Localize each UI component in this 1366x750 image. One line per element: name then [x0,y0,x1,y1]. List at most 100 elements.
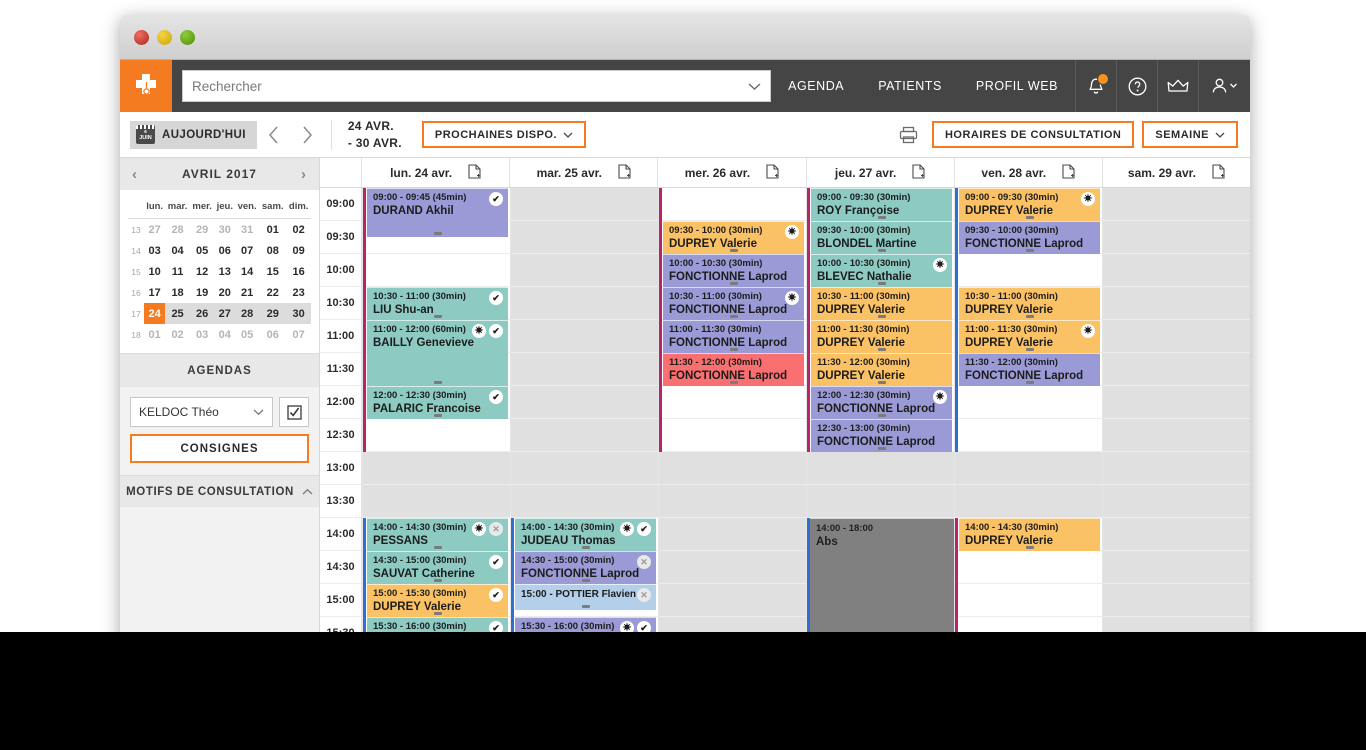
calendar-event[interactable]: 10:30 - 11:00 (30min) DUPREY Valerie [811,287,952,320]
calendar-event[interactable]: 14:30 - 15:00 (30min) SAUVAT Catherine ✔ [367,551,508,584]
new-patient-star-icon[interactable]: ✷ [1081,192,1095,206]
minical-day-15[interactable]: 15 [259,261,286,282]
calendar-event[interactable]: 14:00 - 14:30 (30min) PESSANS ✷ ✕ [367,518,508,551]
agenda-select[interactable]: KELDOC Théo [130,397,273,427]
event-resize-handle[interactable] [877,216,886,219]
time-slot-cell[interactable] [659,485,806,518]
calendar-event[interactable]: 11:30 - 12:00 (30min) DUPREY Valerie [811,353,952,386]
time-slot-cell[interactable] [511,353,658,386]
minical-day-05[interactable]: 05 [190,240,215,261]
minicalendar-prev-button[interactable]: ‹ [132,167,138,182]
calendar-event[interactable]: 11:00 - 12:00 (60min) BAILLY Genevieve ✷ ✔ [367,320,508,386]
time-slot-cell[interactable] [659,551,806,584]
time-slot-cell[interactable] [511,188,658,221]
add-note-icon[interactable] [468,163,481,182]
time-slot-cell[interactable] [1103,584,1250,617]
minical-day-14[interactable]: 14 [235,261,259,282]
close-window-button[interactable] [134,29,149,45]
calendar-event[interactable]: 11:30 - 12:00 (30min) FONCTIONNE Laprod [663,353,804,386]
time-slot-cell[interactable] [659,386,806,419]
calendar-event[interactable]: 09:30 - 10:00 (30min) BLONDEL Martine [811,221,952,254]
event-resize-handle[interactable] [877,315,886,318]
calendar-event[interactable]: 11:00 - 11:30 (30min) DUPREY Valerie ✷ [959,320,1100,353]
minical-day-18[interactable]: 18 [165,282,190,303]
minical-day-30[interactable]: 30 [286,303,311,324]
calendar-event[interactable]: 09:30 - 10:00 (30min) FONCTIONNE Laprod [959,221,1100,254]
minical-day-07[interactable]: 07 [235,240,259,261]
event-resize-handle[interactable] [1025,249,1034,252]
time-slot-cell[interactable] [511,320,658,353]
minical-day-28[interactable]: 28 [165,219,190,241]
time-slot-cell[interactable] [807,452,954,485]
time-slot-cell[interactable] [363,254,510,287]
minical-day-11[interactable]: 11 [165,261,190,282]
time-slot-cell[interactable] [363,452,510,485]
search-input[interactable]: Rechercher [182,70,772,102]
calendar-event[interactable]: 10:00 - 10:30 (30min) BLEVEC Nathalie ✷ [811,254,952,287]
consignes-button[interactable]: CONSIGNES [130,434,309,463]
calendar-event[interactable]: 10:30 - 11:00 (30min) LIU Shu-an ✔ [367,287,508,320]
new-patient-star-icon[interactable]: ✷ [785,225,799,239]
time-slot-cell[interactable] [511,254,658,287]
nav-agenda[interactable]: AGENDA [771,60,861,112]
minical-day-31[interactable]: 31 [235,219,259,241]
event-resize-handle[interactable] [433,232,442,235]
time-slot-cell[interactable] [1103,221,1250,254]
minical-day-02[interactable]: 02 [165,324,190,345]
new-patient-star-icon[interactable]: ✷ [933,258,947,272]
confirmed-check-icon[interactable]: ✔ [489,390,503,404]
minical-day-03[interactable]: 03 [144,240,165,261]
add-note-icon[interactable] [912,163,925,182]
nav-profil-web[interactable]: PROFIL WEB [959,60,1075,112]
calendar-event[interactable]: 10:30 - 11:00 (30min) DUPREY Valerie [959,287,1100,320]
calendar-event[interactable]: 12:30 - 13:00 (30min) FONCTIONNE Laprod [811,419,952,452]
time-slot-cell[interactable] [1103,419,1250,452]
help-button[interactable] [1116,60,1157,112]
calendar-event[interactable]: 15:00 - 15:30 (30min) DUPREY Valerie ✔ [367,584,508,617]
calendar-event[interactable]: 09:00 - 09:45 (45min) DURAND Akhil ✔ [367,188,508,237]
time-slot-cell[interactable] [659,188,806,221]
time-slot-cell[interactable] [511,452,658,485]
event-resize-handle[interactable] [1025,216,1034,219]
add-note-icon[interactable] [1212,163,1225,182]
calendar-event[interactable]: 11:30 - 12:00 (30min) FONCTIONNE Laprod [959,353,1100,386]
consultation-hours-button[interactable]: HORAIRES DE CONSULTATION [931,121,1135,148]
minical-day-21[interactable]: 21 [235,282,259,303]
confirmed-check-icon[interactable]: ✔ [489,291,503,305]
calendar-event[interactable]: 14:00 - 14:30 (30min) DUPREY Valerie [959,518,1100,551]
minical-day-19[interactable]: 19 [190,282,215,303]
time-slot-cell[interactable] [511,419,658,452]
confirmed-check-icon[interactable]: ✔ [489,324,503,338]
event-resize-handle[interactable] [433,381,442,384]
time-slot-cell[interactable] [955,551,1102,584]
new-patient-star-icon[interactable]: ✷ [1081,324,1095,338]
event-resize-handle[interactable] [433,546,442,549]
event-resize-handle[interactable] [581,605,590,608]
time-slot-cell[interactable] [1103,518,1250,551]
minical-day-30[interactable]: 30 [214,219,235,241]
minical-day-01[interactable]: 01 [259,219,286,241]
minical-day-24[interactable]: 24 [144,303,166,324]
next-availability-button[interactable]: PROCHAINES DISPO. [421,121,587,148]
event-resize-handle[interactable] [877,447,886,450]
calendar-event[interactable]: 10:30 - 11:00 (30min) FONCTIONNE Laprod ✷ [663,287,804,320]
minical-day-06[interactable]: 06 [214,240,235,261]
time-slot-cell[interactable] [807,485,954,518]
minical-day-27[interactable]: 27 [144,219,165,241]
event-resize-handle[interactable] [433,579,442,582]
new-patient-star-icon[interactable]: ✷ [785,291,799,305]
calendar-event[interactable]: 09:00 - 09:30 (30min) DUPREY Valerie ✷ [959,188,1100,221]
calendar-event[interactable]: 11:00 - 11:30 (30min) FONCTIONNE Laprod [663,320,804,353]
minical-day-20[interactable]: 20 [214,282,235,303]
time-slot-cell[interactable] [511,221,658,254]
time-slot-cell[interactable] [1103,485,1250,518]
time-slot-cell[interactable] [659,518,806,551]
minical-day-02[interactable]: 02 [286,219,311,241]
motifs-section-toggle[interactable]: MOTIFS DE CONSULTATION [120,475,319,507]
premium-crown-button[interactable] [1157,60,1198,112]
calendar-event[interactable]: 12:00 - 12:30 (30min) PALARIC Francoise ✔ [367,386,508,419]
time-slot-cell[interactable] [1103,551,1250,584]
minical-day-28[interactable]: 28 [235,303,260,324]
search-chevron-down-icon[interactable] [748,79,761,94]
minical-day-29[interactable]: 29 [190,219,215,241]
